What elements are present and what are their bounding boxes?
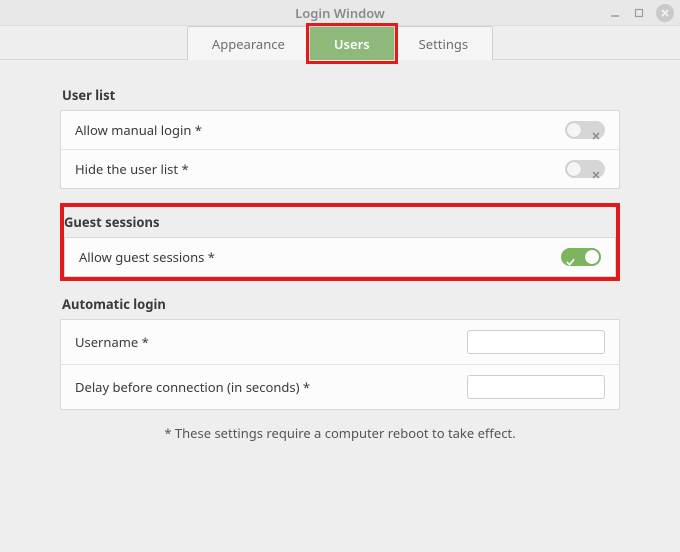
tab-label: Users [334, 35, 370, 53]
panel-automatic-login: Username * Delay before connection (in s… [60, 319, 620, 410]
row-username: Username * [61, 320, 619, 365]
window-controls [608, 0, 674, 26]
content-area: User list Allow manual login * Hide the … [0, 60, 680, 462]
row-label: Delay before connection (in seconds) * [75, 378, 310, 396]
tab-group: Appearance Users Settings [187, 26, 493, 60]
toggle-allow-guest-sessions[interactable] [561, 248, 601, 266]
row-allow-guest-sessions: Allow guest sessions * [65, 238, 615, 276]
tab-settings[interactable]: Settings [395, 27, 492, 60]
panel-guest-sessions: Allow guest sessions * [64, 237, 616, 277]
close-button[interactable] [656, 4, 674, 22]
window-title: Login Window [0, 4, 680, 22]
row-delay: Delay before connection (in seconds) * [61, 365, 619, 409]
section-title-automatic-login: Automatic login [62, 295, 618, 313]
section-title-user-list: User list [62, 86, 618, 104]
section-title-guest-sessions: Guest sessions [64, 213, 616, 231]
row-label: Username * [75, 333, 149, 351]
x-icon [592, 165, 600, 173]
tab-users[interactable]: Users [310, 27, 395, 60]
check-icon [566, 253, 575, 262]
tab-appearance[interactable]: Appearance [188, 27, 310, 60]
row-label: Allow manual login * [75, 121, 202, 139]
row-hide-user-list: Hide the user list * [61, 150, 619, 188]
toggle-knob [585, 250, 599, 264]
toggle-allow-manual-login[interactable] [565, 121, 605, 139]
highlighted-guest-sessions: Guest sessions Allow guest sessions * [60, 203, 620, 281]
toggle-knob [567, 162, 581, 176]
minimize-button[interactable] [608, 6, 622, 20]
footnote: * These settings require a computer rebo… [48, 424, 632, 442]
maximize-button[interactable] [632, 6, 646, 20]
row-allow-manual-login: Allow manual login * [61, 111, 619, 150]
delay-input[interactable] [467, 375, 605, 399]
tab-bar: Appearance Users Settings [0, 26, 680, 60]
tab-label: Settings [419, 35, 468, 53]
tab-label: Appearance [212, 35, 285, 53]
row-label: Hide the user list * [75, 160, 189, 178]
row-label: Allow guest sessions * [79, 248, 215, 266]
toggle-hide-user-list[interactable] [565, 160, 605, 178]
x-icon [592, 126, 600, 134]
toggle-knob [567, 123, 581, 137]
titlebar: Login Window [0, 0, 680, 26]
username-input[interactable] [467, 330, 605, 354]
panel-user-list: Allow manual login * Hide the user list … [60, 110, 620, 189]
